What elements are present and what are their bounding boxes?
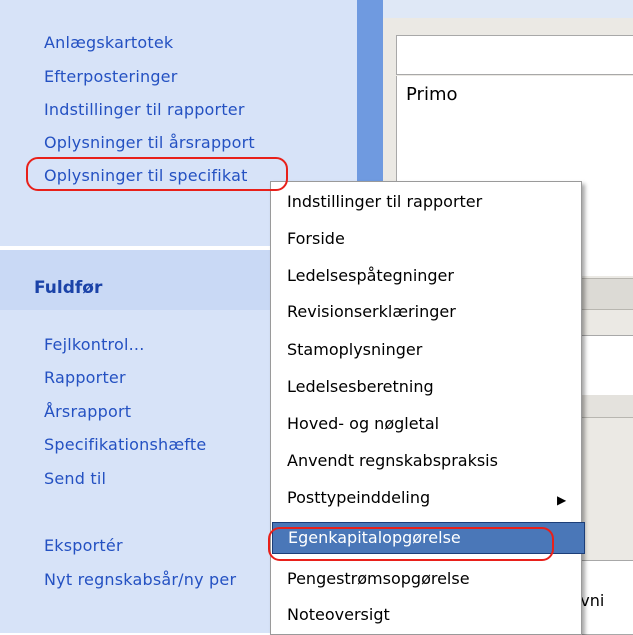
sidebar-item-eksporter[interactable]: Eksportér: [44, 536, 123, 555]
menu-item-anvendt-regnskabspraksis[interactable]: Anvendt regnskabspraksis: [287, 451, 498, 470]
menu-item-hoved-og-noegletal[interactable]: Hoved- og nøgletal: [287, 414, 439, 433]
sidebar-item-fejlkontrol[interactable]: Fejlkontrol...: [44, 335, 144, 354]
context-menu: Indstillinger til rapporter Forside Lede…: [270, 181, 585, 635]
menu-item-posttypeinddeling[interactable]: Posttypeinddeling: [287, 488, 430, 507]
sidebar-item-send-til[interactable]: Send til: [44, 469, 106, 488]
sidebar-item-aarsrapport[interactable]: Årsrapport: [44, 402, 131, 421]
primo-label: Primo: [406, 84, 458, 105]
menu-item-revisionserklaeringer[interactable]: Revisionserklæringer: [287, 302, 456, 321]
panel-header-strip: [383, 0, 633, 18]
sidebar-item-efterposteringer[interactable]: Efterposteringer: [44, 67, 178, 86]
section-title: Fuldfør: [34, 278, 103, 298]
sidebar-item-anlaegskartotek[interactable]: Anlægskartotek: [44, 33, 173, 52]
sidebar-item-rapporter[interactable]: Rapporter: [44, 368, 126, 387]
menu-item-pengestroemsopgoerelse[interactable]: Pengestrømsopgørelse: [287, 569, 470, 588]
sidebar-item-indstillinger-til-rapporter[interactable]: Indstillinger til rapporter: [44, 100, 245, 119]
menu-item-ledelsespaategninger[interactable]: Ledelsespåtegninger: [287, 266, 454, 285]
menu-item-indstillinger-til-rapporter[interactable]: Indstillinger til rapporter: [287, 192, 482, 211]
menu-item-noteoversigt[interactable]: Noteoversigt: [287, 605, 390, 624]
top-field[interactable]: [396, 35, 633, 75]
sidebar-item-specifikationshaefte[interactable]: Specifikationshæfte: [44, 435, 206, 454]
sidebar-item-oplysninger-til-aarsrapport[interactable]: Oplysninger til årsrapport: [44, 133, 255, 152]
menu-item-egenkapitalopgoerelse[interactable]: Egenkapitalopgørelse: [272, 522, 585, 554]
sidebar-item-oplysninger-til-specifikation[interactable]: Oplysninger til specifikat: [44, 166, 270, 185]
sidebar-item-nyt-regnskabsaar[interactable]: Nyt regnskabsår/ny per: [44, 570, 270, 589]
menu-item-forside[interactable]: Forside: [287, 229, 345, 248]
menu-item-ledelsesberetning[interactable]: Ledelsesberetning: [287, 377, 434, 396]
menu-item-stamoplysninger[interactable]: Stamoplysninger: [287, 340, 422, 359]
chevron-right-icon: ▶: [557, 493, 567, 507]
